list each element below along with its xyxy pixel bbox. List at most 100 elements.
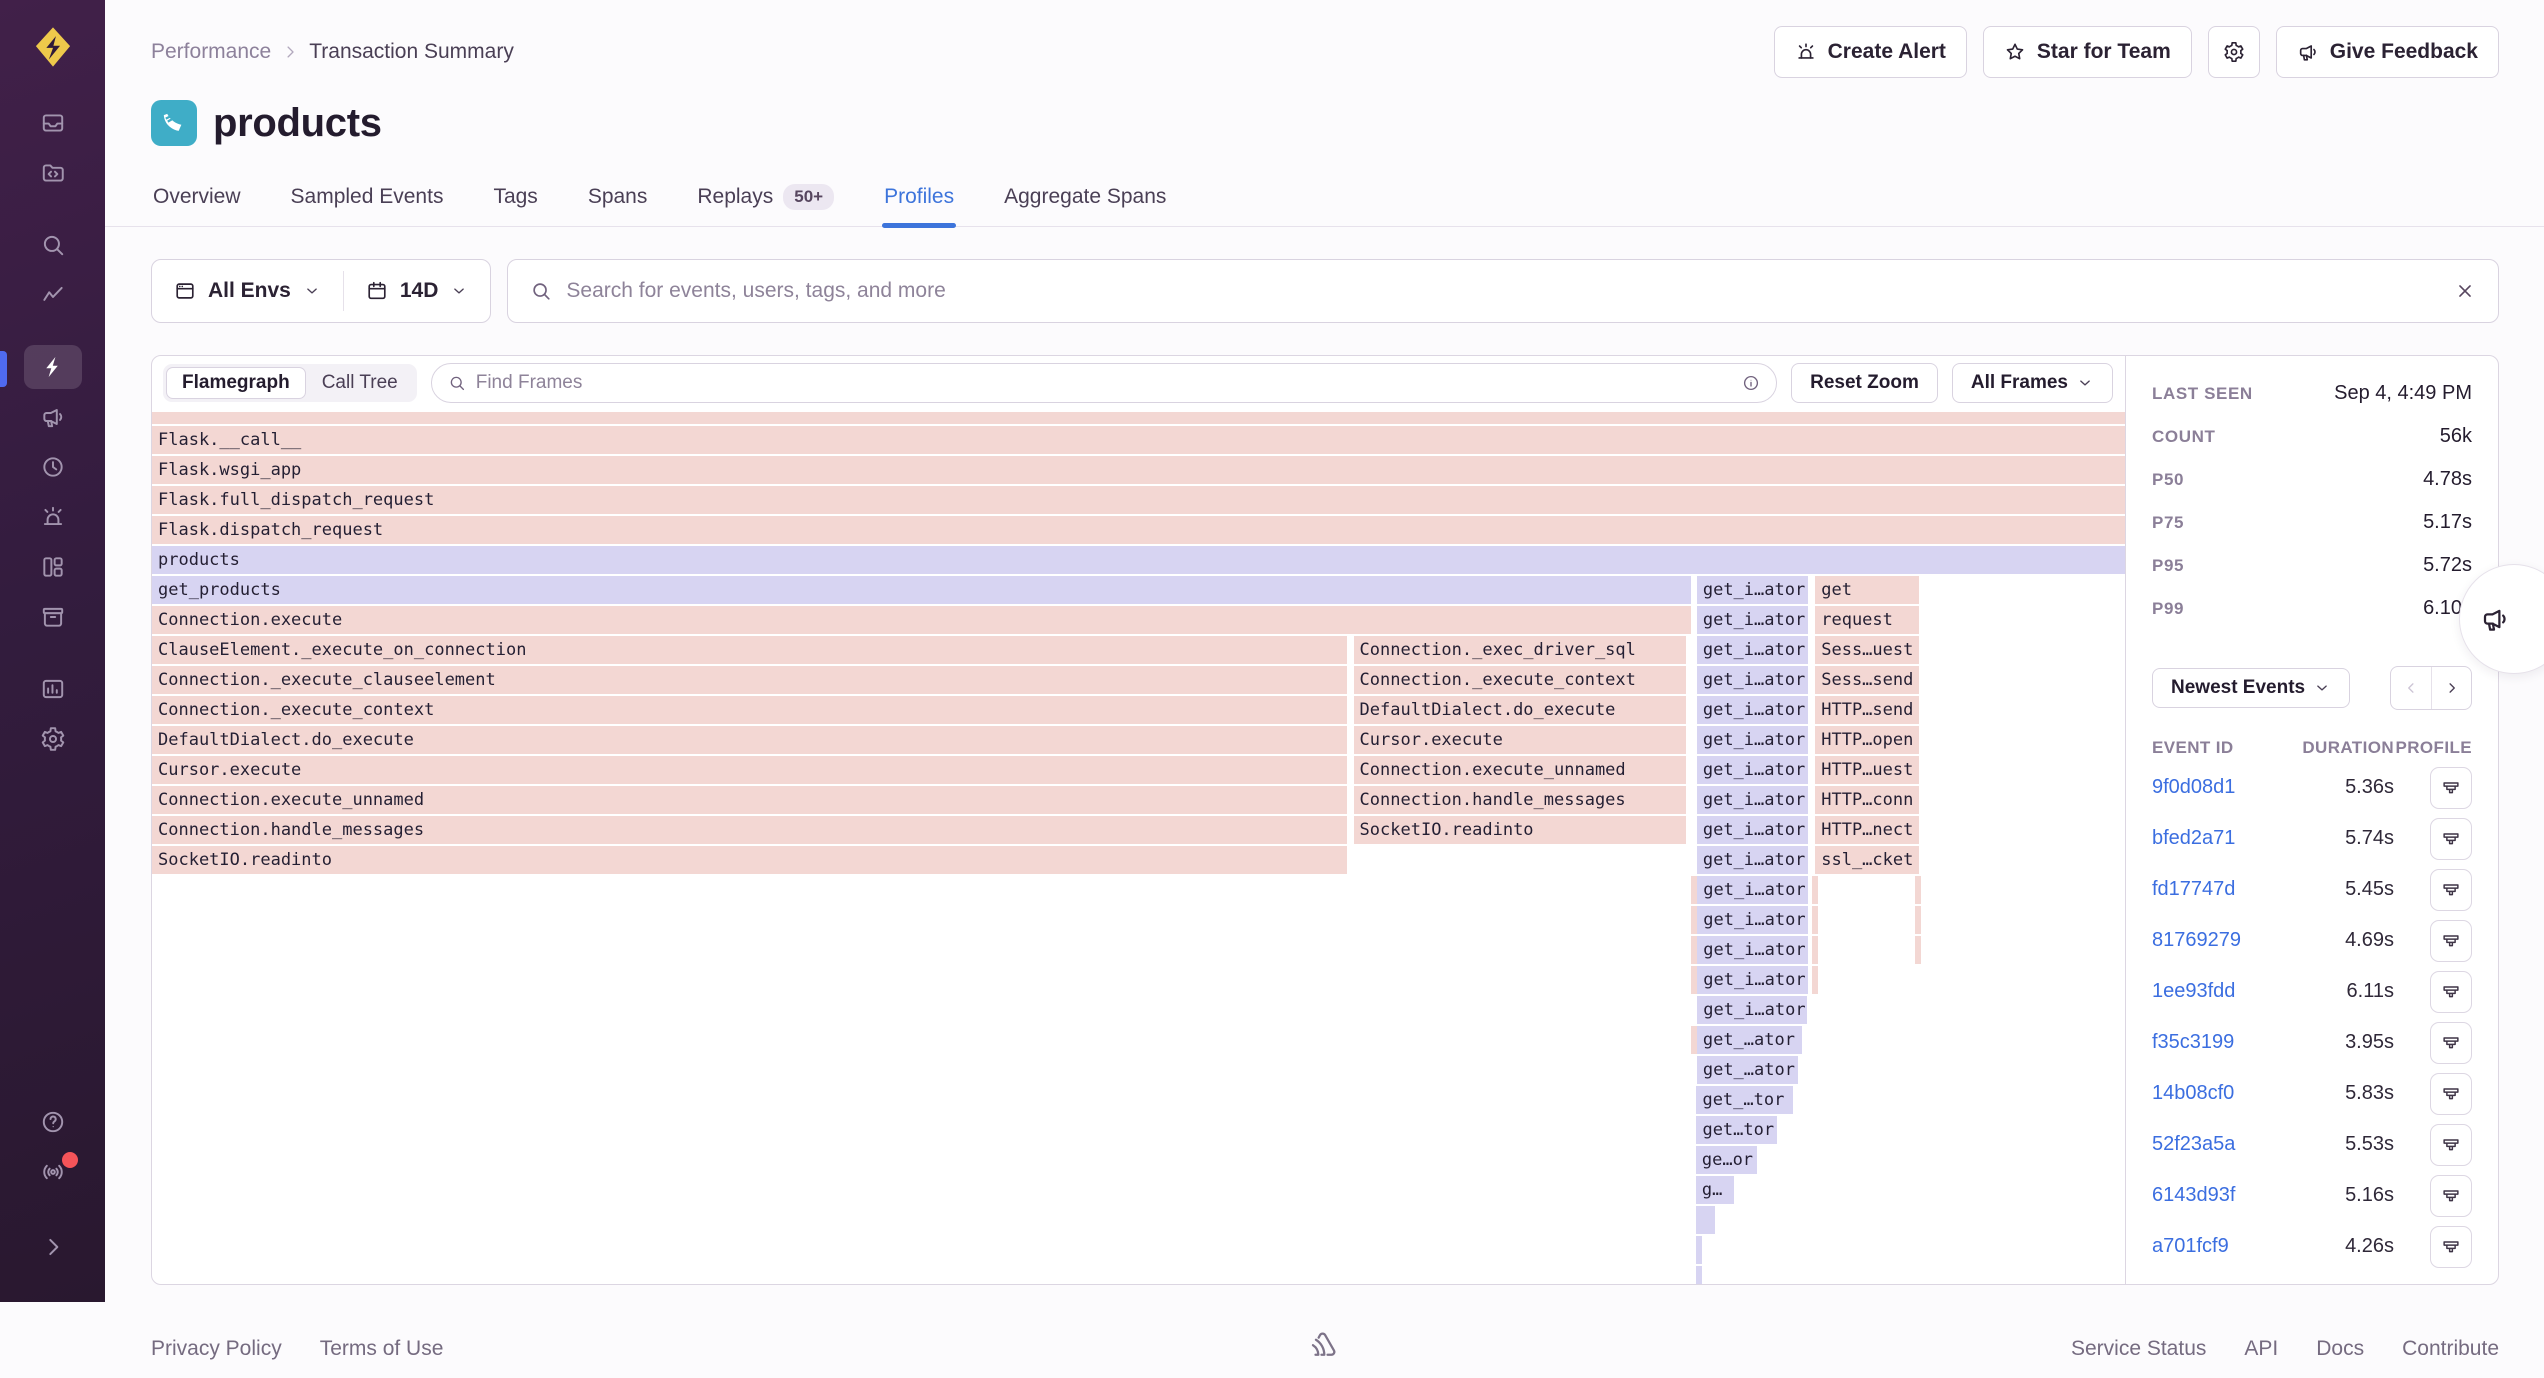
flame-frame[interactable] <box>1696 1266 1702 1284</box>
view-profile-button[interactable] <box>2430 1022 2472 1064</box>
flame-frame[interactable]: get_…ator <box>1697 1026 1803 1054</box>
sidebar-item-explore-search[interactable] <box>24 223 82 267</box>
view-profile-button[interactable] <box>2430 971 2472 1013</box>
sidebar-item-replays-clock[interactable] <box>24 445 82 489</box>
prev-page-button[interactable] <box>2391 667 2431 709</box>
view-profile-button[interactable] <box>2430 1124 2472 1166</box>
view-profile-button[interactable] <box>2430 1175 2472 1217</box>
sidebar-item-insights-chart[interactable] <box>24 667 82 711</box>
flame-frame[interactable] <box>1915 936 1921 964</box>
flame-frame[interactable]: ClauseElement._execute_on_connection <box>152 636 1347 664</box>
flame-frame[interactable]: Connection._execute_context <box>1354 666 1686 694</box>
footer-link-api[interactable]: API <box>2244 1337 2278 1361</box>
flamegraph[interactable]: Flask.__call__Flask.wsgi_appFlask.full_d… <box>152 410 2125 1284</box>
flame-frame[interactable]: Connection.execute <box>152 606 1691 634</box>
tab-replays[interactable]: Replays 50+ <box>695 182 836 226</box>
flame-frame[interactable] <box>152 412 2125 424</box>
close-icon[interactable] <box>2454 280 2476 302</box>
event-id-link[interactable]: f35c3199 <box>2152 1031 2234 1053</box>
flame-frame[interactable]: Connection.execute_unnamed <box>1354 756 1686 784</box>
flame-frame[interactable]: SocketIO.readinto <box>152 846 1347 874</box>
reset-zoom-button[interactable]: Reset Zoom <box>1791 363 1938 403</box>
flame-frame[interactable]: get_i…ator <box>1697 636 1808 664</box>
find-frames-input[interactable] <box>476 372 1732 394</box>
flame-frame[interactable]: get_i…ator <box>1697 966 1808 994</box>
tab-spans[interactable]: Spans <box>586 182 650 226</box>
flame-frame[interactable]: get_i…ator <box>1697 696 1808 724</box>
flame-frame[interactable]: Flask.dispatch_request <box>152 516 2125 544</box>
breadcrumb-section[interactable]: Performance <box>151 40 271 64</box>
sidebar-item-settings-gear[interactable] <box>24 717 82 761</box>
flame-frame[interactable]: get_i…ator <box>1697 996 1807 1024</box>
flame-frame[interactable]: get_i…ator <box>1697 846 1808 874</box>
view-profile-button[interactable] <box>2430 818 2472 860</box>
flame-frame[interactable]: Connection.execute_unnamed <box>152 786 1347 814</box>
flame-frame[interactable]: HTTP…conn <box>1815 786 1919 814</box>
flame-frame[interactable]: get…tor <box>1696 1116 1777 1144</box>
sidebar-item-profiling-lightning[interactable] <box>24 345 82 389</box>
event-id-link[interactable]: 1ee93fdd <box>2152 980 2235 1002</box>
footer-link-docs[interactable]: Docs <box>2316 1337 2364 1361</box>
view-profile-button[interactable] <box>2430 767 2472 809</box>
events-sort-dropdown[interactable]: Newest Events <box>2152 668 2350 708</box>
flame-frame[interactable]: Cursor.execute <box>1354 726 1686 754</box>
flame-frame[interactable] <box>1696 1236 1702 1264</box>
view-profile-button[interactable] <box>2430 920 2472 962</box>
all-frames-dropdown[interactable]: All Frames <box>1952 363 2113 403</box>
sidebar-item-issues-inbox[interactable] <box>24 101 82 145</box>
flame-frame[interactable]: request <box>1815 606 1919 634</box>
flame-frame[interactable]: Connection._execute_context <box>152 696 1347 724</box>
flame-frame[interactable]: Sess…send <box>1815 666 1919 694</box>
flame-frame[interactable]: Flask.__call__ <box>152 426 2125 454</box>
flame-frame[interactable]: get_i…ator <box>1697 936 1808 964</box>
flame-frame[interactable] <box>1696 1206 1715 1234</box>
flame-frame[interactable]: Flask.full_dispatch_request <box>152 486 2125 514</box>
footer-link-terms-of-use[interactable]: Terms of Use <box>320 1337 444 1361</box>
flame-frame[interactable]: get_i…ator <box>1697 786 1808 814</box>
call-tree-toggle[interactable]: Call Tree <box>306 367 414 399</box>
flame-frame[interactable]: get_i…ator <box>1697 576 1808 604</box>
flame-frame[interactable]: HTTP…open <box>1815 726 1919 754</box>
flame-frame[interactable]: Flask.wsgi_app <box>152 456 2125 484</box>
tab-sampled-events[interactable]: Sampled Events <box>289 182 446 226</box>
flame-frame[interactable]: HTTP…nect <box>1815 816 1919 844</box>
footer-link-service-status[interactable]: Service Status <box>2071 1337 2206 1361</box>
sidebar-item-whats-new-broadcast[interactable] <box>24 1150 82 1194</box>
flame-frame[interactable]: ge…or <box>1696 1146 1757 1174</box>
event-id-link[interactable]: a701fcf9 <box>2152 1235 2229 1257</box>
flame-frame[interactable]: Sess…uest <box>1815 636 1919 664</box>
create-alert-button[interactable]: Create Alert <box>1774 26 1967 78</box>
flame-frame[interactable]: get_i…ator <box>1697 726 1808 754</box>
view-profile-button[interactable] <box>2430 1073 2472 1115</box>
flamegraph-toggle[interactable]: Flamegraph <box>166 367 306 399</box>
next-page-button[interactable] <box>2431 667 2471 709</box>
flame-frame[interactable] <box>1812 966 1818 994</box>
flame-frame[interactable]: Cursor.execute <box>152 756 1347 784</box>
view-profile-button[interactable] <box>2430 869 2472 911</box>
flame-frame[interactable] <box>1691 966 1697 994</box>
sidebar-item-alerts-siren[interactable] <box>24 495 82 539</box>
flame-frame[interactable]: get_i…ator <box>1697 756 1808 784</box>
flame-frame[interactable] <box>1812 936 1818 964</box>
flame-frame[interactable]: Connection.handle_messages <box>1354 786 1686 814</box>
flame-frame[interactable]: get_i…ator <box>1697 816 1808 844</box>
sidebar-item-dashboards-grid[interactable] <box>24 545 82 589</box>
flame-frame[interactable]: Connection._execute_clauseelement <box>152 666 1347 694</box>
flame-frame[interactable]: SocketIO.readinto <box>1354 816 1686 844</box>
flame-frame[interactable]: g… <box>1696 1176 1734 1204</box>
sidebar-item-metrics-line[interactable] <box>24 273 82 317</box>
give-feedback-button[interactable]: Give Feedback <box>2276 26 2499 78</box>
flame-frame[interactable]: get_…ator <box>1697 1056 1799 1084</box>
flame-frame[interactable]: get_i…ator <box>1697 606 1808 634</box>
flame-frame[interactable]: HTTP…uest <box>1815 756 1919 784</box>
flame-frame[interactable] <box>1915 906 1921 934</box>
sidebar-item-feedback-megaphone[interactable] <box>24 395 82 439</box>
tab-aggregate-spans[interactable]: Aggregate Spans <box>1002 182 1168 226</box>
flame-frame[interactable] <box>1812 876 1818 904</box>
flame-frame[interactable]: get_products <box>152 576 1691 604</box>
flame-frame[interactable]: DefaultDialect.do_execute <box>152 726 1347 754</box>
footer-link-privacy-policy[interactable]: Privacy Policy <box>151 1337 282 1361</box>
flame-frame[interactable]: get_i…ator <box>1697 876 1808 904</box>
org-logo[interactable] <box>28 22 78 72</box>
event-id-link[interactable]: 52f23a5a <box>2152 1133 2235 1155</box>
